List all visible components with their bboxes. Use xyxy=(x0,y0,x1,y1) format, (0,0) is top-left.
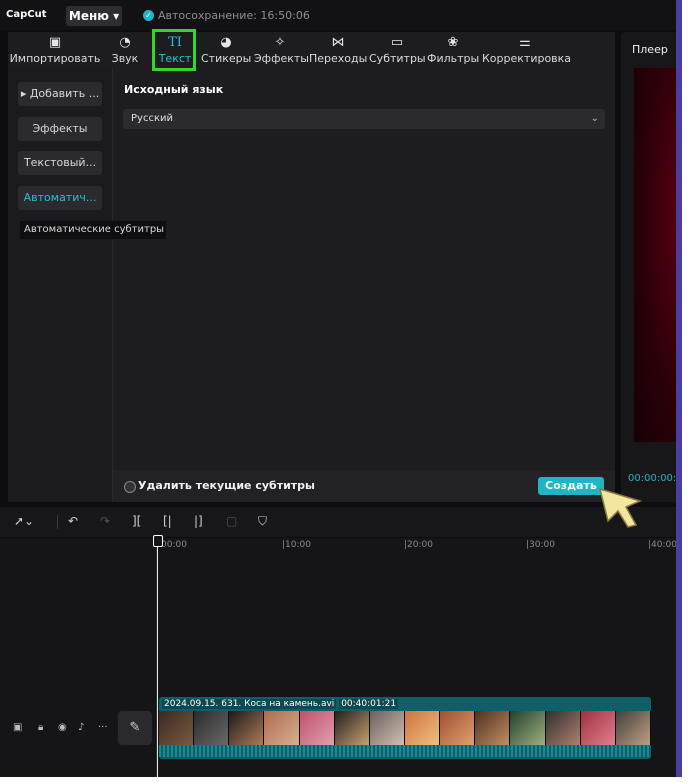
tab-label: Звук xyxy=(111,52,139,65)
ruler-tick: |30:00 xyxy=(526,540,555,550)
window-border xyxy=(676,0,682,777)
divider xyxy=(57,515,58,529)
clip-thumbnail xyxy=(264,711,300,745)
clip-thumbnail xyxy=(194,711,230,745)
audio-icon[interactable]: ♪ xyxy=(78,722,84,733)
ruler-tick: |20:00 xyxy=(404,540,433,550)
tab-import[interactable]: ▣ Импортировать xyxy=(8,32,102,68)
filters-icon: ❀ xyxy=(447,35,459,50)
clip-thumbnail xyxy=(229,711,265,745)
redo-icon[interactable]: ↷ xyxy=(100,514,110,528)
audio-waveform xyxy=(159,745,651,757)
adjust-icon: ⚌ xyxy=(519,35,531,50)
tooltip: Автоматические субтитры xyxy=(20,221,166,239)
app-window: CapCut Меню ▾ ✓ Автосохранение: 16:50:06… xyxy=(0,0,682,777)
playhead[interactable] xyxy=(157,537,158,777)
clip-thumbnail xyxy=(510,711,546,745)
logo-text: CapCut xyxy=(6,9,47,20)
sidebar-item-text-template[interactable]: Текстовый... xyxy=(18,151,102,175)
delete-icon[interactable]: ▢ xyxy=(226,514,237,528)
tab-stickers[interactable]: ◕ Стикеры xyxy=(201,32,251,68)
clip-duration: 00:40:01:21 xyxy=(339,699,399,709)
source-language-title: Исходный язык xyxy=(124,83,224,96)
music-icon: ◔ xyxy=(119,35,131,50)
shield-icon[interactable]: ⛉ xyxy=(258,514,267,529)
menu-button[interactable]: Меню ▾ xyxy=(66,6,122,26)
ruler-tick: |40:00 xyxy=(648,540,677,550)
language-value: Русский xyxy=(131,113,173,124)
tab-transitions[interactable]: ⋈ Переходы xyxy=(309,32,367,68)
eye-icon[interactable]: ◉ xyxy=(58,722,67,733)
tab-filters[interactable]: ❀ Фильтры xyxy=(427,32,479,68)
trim-right-icon[interactable]: |] xyxy=(194,514,203,528)
tab-audio[interactable]: ◔ Звук xyxy=(106,32,144,68)
clip-thumbnail xyxy=(615,711,651,745)
tab-effects[interactable]: ✧ Эффекты xyxy=(254,32,309,68)
video-preview[interactable] xyxy=(634,68,682,442)
sidebar-item-add-text[interactable]: ▸ Добавить ... xyxy=(18,82,102,106)
lock-icon[interactable]: 🔒︎ xyxy=(38,722,43,733)
more-icon[interactable]: ··· xyxy=(98,722,108,733)
text-sidebar: ▸ Добавить ... Эффекты Текстовый... Авто… xyxy=(8,68,113,502)
tab-label: Фильтры xyxy=(427,52,480,65)
clip-thumbnail xyxy=(545,711,581,745)
effects-icon: ✧ xyxy=(274,35,286,50)
trim-left-icon[interactable]: [| xyxy=(163,514,172,528)
capcut-logo: CapCut xyxy=(6,9,46,20)
video-track-icon[interactable]: ▣ xyxy=(13,722,22,733)
sidebar-item-auto-subtitles[interactable]: Автоматич... xyxy=(18,186,102,210)
check-icon: ✓ xyxy=(143,10,154,21)
create-button[interactable]: Создать xyxy=(538,477,604,495)
subtitles-icon: ▭ xyxy=(390,35,404,50)
transition-icon: ⋈ xyxy=(331,35,345,50)
clip-thumbnail xyxy=(159,711,195,745)
tab-label: Переходы xyxy=(309,52,368,65)
clip-thumbnail xyxy=(369,711,405,745)
sidebar-item-effects[interactable]: Эффекты xyxy=(18,117,102,141)
tab-subtitles[interactable]: ▭ Субтитры xyxy=(369,32,426,68)
clip-thumbnails xyxy=(159,711,651,745)
tab-label: Стикеры xyxy=(201,52,252,65)
clip-name: 2024.09.15. 631. Коса на камень.avi xyxy=(162,699,337,709)
language-select[interactable]: Русский ⌄ xyxy=(123,109,605,129)
select-cursor-icon[interactable]: ➚⌄ xyxy=(14,514,34,528)
player-title: Плеер xyxy=(632,43,668,56)
tab-adjust[interactable]: ⚌ Корректировка xyxy=(482,32,572,68)
tab-label: Импортировать xyxy=(9,52,101,65)
undo-icon[interactable]: ↶ xyxy=(68,514,78,528)
clip-thumbnail xyxy=(299,711,335,745)
highlight-box xyxy=(152,29,196,71)
sticker-icon: ◕ xyxy=(220,35,232,50)
tab-label: Эффекты xyxy=(254,52,309,65)
cover-edit-icon[interactable]: ✎ xyxy=(118,711,152,745)
tab-label: Корректировка xyxy=(482,52,572,65)
tab-bar: ▣ Импортировать ◔ Звук TI Текст ◕ Стикер… xyxy=(8,32,615,68)
ruler-tick: |10:00 xyxy=(282,540,311,550)
ruler-tick: 00:00 xyxy=(161,540,187,550)
autosave-status: Автосохранение: 16:50:06 xyxy=(158,9,310,22)
delete-subtitles-checkbox[interactable] xyxy=(124,481,136,493)
clip-thumbnail xyxy=(475,711,511,745)
chevron-down-icon: ⌄ xyxy=(590,113,599,124)
tab-label: Субтитры xyxy=(369,52,426,65)
clip-label: 2024.09.15. 631. Коса на камень.avi 00:4… xyxy=(162,699,399,709)
delete-subtitles-label: Удалить текущие субтитры xyxy=(138,479,315,492)
import-icon: ▣ xyxy=(48,35,62,50)
pointer-arrow-icon xyxy=(598,487,643,528)
playhead-handle[interactable] xyxy=(153,535,163,547)
clip-thumbnail xyxy=(334,711,370,745)
clip-thumbnail xyxy=(404,711,441,745)
clip-thumbnail xyxy=(440,711,476,745)
player-timecode: 00:00:00:0 xyxy=(628,473,682,484)
clip-thumbnail xyxy=(580,711,616,745)
split-icon[interactable]: ][ xyxy=(132,514,141,528)
